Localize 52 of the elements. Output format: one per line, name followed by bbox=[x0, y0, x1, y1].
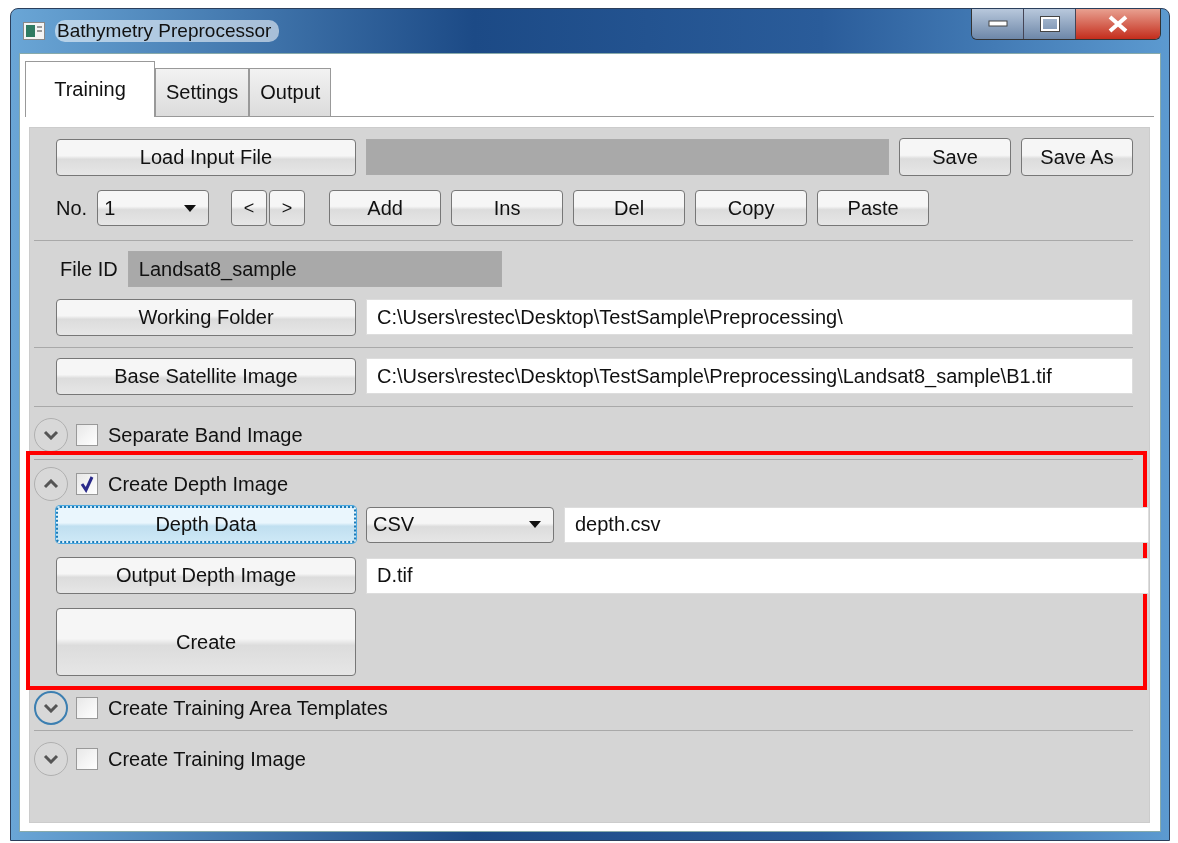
number-dropdown[interactable]: 1 bbox=[97, 190, 210, 226]
dropdown-arrow-icon bbox=[529, 521, 541, 528]
action-button[interactable]: Output Depth Image bbox=[56, 557, 356, 594]
chevron-down-icon bbox=[43, 703, 59, 713]
tab[interactable]: Training bbox=[25, 61, 155, 117]
action-button[interactable]: Depth Data bbox=[56, 506, 356, 543]
section-title: Separate Band Image bbox=[108, 423, 303, 447]
app-icon bbox=[23, 22, 45, 40]
expand-button[interactable] bbox=[34, 418, 68, 452]
record-button[interactable]: Del bbox=[573, 190, 686, 226]
save-button[interactable]: Save bbox=[899, 138, 1011, 176]
next-button[interactable]: > bbox=[269, 190, 306, 226]
checkbox[interactable] bbox=[76, 748, 98, 770]
format-dropdown[interactable]: CSV bbox=[366, 506, 554, 543]
record-button[interactable]: Add bbox=[329, 190, 442, 226]
record-button[interactable]: Paste bbox=[817, 190, 930, 226]
maximize-icon bbox=[1039, 16, 1060, 32]
number-label: No. bbox=[56, 196, 88, 220]
checkbox[interactable] bbox=[76, 473, 98, 495]
expand-button[interactable] bbox=[34, 742, 68, 776]
record-button[interactable]: Copy bbox=[695, 190, 808, 226]
path-field[interactable]: C:\Users\restec\Desktop\TestSample\Preprocessing\ bbox=[366, 299, 1133, 335]
chevron-up-icon bbox=[43, 479, 59, 489]
chevron-down-icon bbox=[43, 754, 59, 764]
load-input-file-button[interactable]: Load Input File bbox=[56, 138, 356, 176]
path-button[interactable]: Working Folder bbox=[56, 298, 356, 336]
section-title: Create Depth Image bbox=[108, 472, 289, 496]
file-name-field[interactable]: depth.csv bbox=[564, 506, 1149, 543]
tab[interactable]: Output bbox=[249, 68, 332, 116]
collapse-button[interactable] bbox=[34, 467, 68, 501]
minimize-icon bbox=[987, 20, 1008, 28]
section-title: Create Training Image bbox=[108, 747, 306, 771]
path-field[interactable]: C:\Users\restec\Desktop\TestSample\Preprocessing\Landsat8_sample\B1.tif bbox=[366, 358, 1133, 394]
minimize-button[interactable] bbox=[972, 9, 1024, 39]
close-button[interactable] bbox=[1076, 9, 1160, 39]
checkbox[interactable] bbox=[76, 697, 98, 719]
close-icon bbox=[1107, 15, 1129, 33]
action-button[interactable]: Create bbox=[56, 608, 356, 676]
file-name-field[interactable]: D.tif bbox=[366, 557, 1149, 594]
checkbox[interactable] bbox=[76, 424, 98, 446]
maximize-button[interactable] bbox=[1024, 9, 1076, 39]
window-title: Bathymetry Preprocessor bbox=[55, 20, 280, 42]
dropdown-arrow-icon bbox=[184, 204, 197, 212]
expand-button[interactable] bbox=[34, 691, 68, 725]
save-button[interactable]: Save As bbox=[1021, 138, 1133, 176]
path-button[interactable]: Base Satellite Image bbox=[56, 357, 356, 395]
record-button[interactable]: Ins bbox=[451, 190, 564, 226]
previous-button[interactable]: < bbox=[231, 190, 268, 226]
section-title: Create Training Area Templates bbox=[108, 696, 388, 720]
tab[interactable]: Settings bbox=[155, 68, 250, 116]
file-id-label: File ID bbox=[60, 257, 118, 281]
chevron-down-icon bbox=[43, 430, 59, 440]
